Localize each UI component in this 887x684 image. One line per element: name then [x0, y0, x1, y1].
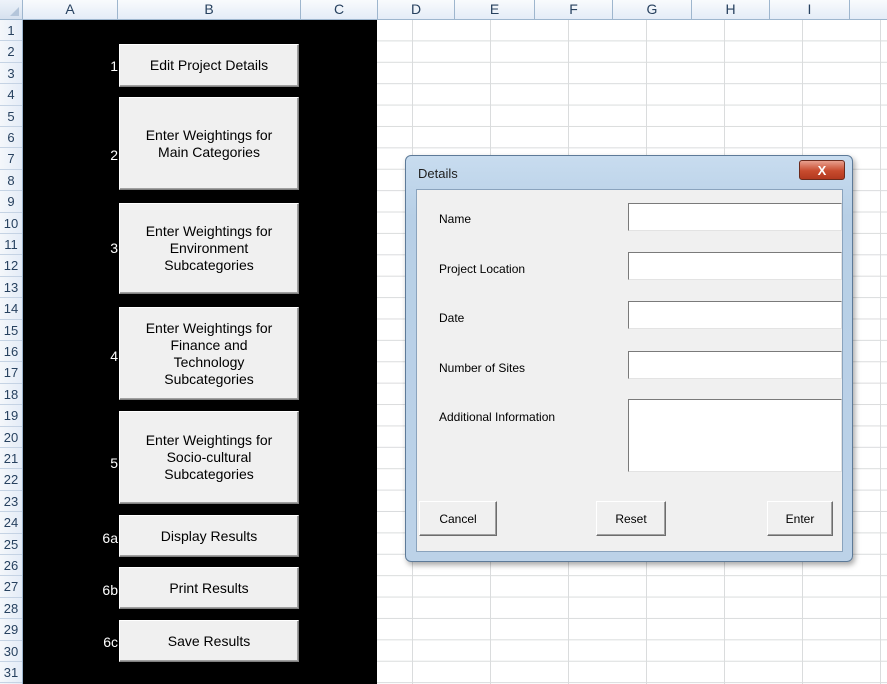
step-number: 6a	[102, 530, 118, 546]
row-header-cell[interactable]: 1	[0, 20, 22, 42]
step-number: 3	[110, 240, 118, 256]
select-all-corner[interactable]	[0, 0, 23, 19]
row-header-cell[interactable]: 21	[0, 448, 22, 470]
row-header-cell[interactable]: 26	[0, 555, 22, 577]
column-header-a[interactable]: A	[23, 0, 118, 19]
column-header-i[interactable]: I	[770, 0, 850, 19]
details-dialog: Details X Name Project Location Date Num…	[405, 155, 853, 562]
row-header-cell[interactable]: 17	[0, 362, 22, 384]
row-header-cell[interactable]: 2	[0, 41, 22, 63]
step-number: 6b	[102, 582, 118, 598]
column-header-g[interactable]: G	[613, 0, 692, 19]
name-input[interactable]	[628, 203, 842, 231]
row-header-cell[interactable]: 7	[0, 148, 22, 170]
display-results-button[interactable]: Display Results	[119, 515, 299, 557]
column-header-h[interactable]: H	[692, 0, 770, 19]
step-number: 6c	[103, 634, 118, 650]
row-header-cell[interactable]: 22	[0, 469, 22, 491]
number-of-sites-label: Number of Sites	[439, 361, 526, 375]
row-header-cell[interactable]: 11	[0, 234, 22, 256]
row-header-cell[interactable]: 15	[0, 320, 22, 341]
socio-cultural-weightings-button[interactable]: Enter Weightings for Socio-cultural Subc…	[119, 411, 299, 504]
column-header-d[interactable]: D	[378, 0, 455, 19]
additional-information-label: Additional Information	[439, 410, 556, 424]
date-input[interactable]	[628, 301, 842, 329]
row-header-cell[interactable]: 13	[0, 277, 22, 299]
close-icon: X	[817, 162, 827, 178]
spreadsheet: A B C D E F G H I 1 2 3 4 5 6 7 8 9 10 11 12 13 14 15 1…	[0, 0, 887, 684]
row-header-cell[interactable]: 23	[0, 491, 22, 513]
edit-project-details-button[interactable]: Edit Project Details	[119, 44, 299, 87]
finance-technology-weightings-button[interactable]: Enter Weightings for Finance and Technol…	[119, 307, 299, 400]
environment-weightings-button[interactable]: Enter Weightings for Environment Subcate…	[119, 203, 299, 294]
row-header-cell[interactable]: 6	[0, 127, 22, 149]
row-header-cell[interactable]: 25	[0, 534, 22, 555]
step-number: 5	[110, 455, 118, 471]
column-header-b[interactable]: B	[118, 0, 301, 19]
additional-information-textarea[interactable]	[628, 399, 842, 472]
row-header-cell[interactable]: 31	[0, 662, 22, 684]
row-header-cell[interactable]: 28	[0, 598, 22, 620]
enter-button[interactable]: Enter	[767, 501, 833, 536]
row-header-cell[interactable]: 16	[0, 341, 22, 363]
row-header-cell[interactable]: 9	[0, 191, 22, 213]
step-number: 1	[110, 58, 118, 74]
row-header-cell[interactable]: 27	[0, 576, 22, 598]
dialog-body: Name Project Location Date Number of Sit…	[416, 189, 843, 552]
step-number: 2	[110, 147, 118, 163]
row-header-cell[interactable]: 10	[0, 213, 22, 234]
number-of-sites-input[interactable]	[628, 351, 842, 379]
row-header-cell[interactable]: 3	[0, 63, 22, 85]
name-label: Name	[439, 212, 472, 226]
step-number: 4	[110, 348, 118, 364]
row-header-cell[interactable]: 5	[0, 106, 22, 127]
cancel-button[interactable]: Cancel	[419, 501, 497, 536]
project-location-label: Project Location	[439, 262, 526, 276]
row-header-cell[interactable]: 14	[0, 298, 22, 320]
row-header-cell[interactable]: 12	[0, 255, 22, 277]
column-header-f[interactable]: F	[535, 0, 613, 19]
row-header-cell[interactable]: 8	[0, 170, 22, 192]
date-label: Date	[439, 311, 465, 325]
save-results-button[interactable]: Save Results	[119, 620, 299, 662]
column-header-c[interactable]: C	[301, 0, 378, 19]
row-header-cell[interactable]: 30	[0, 641, 22, 662]
row-header-cell[interactable]: 29	[0, 619, 22, 641]
row-header-cell[interactable]: 4	[0, 84, 22, 106]
row-header-cell[interactable]: 19	[0, 405, 22, 427]
close-button[interactable]: X	[799, 160, 845, 180]
print-results-button[interactable]: Print Results	[119, 567, 299, 609]
row-header: 1 2 3 4 5 6 7 8 9 10 11 12 13 14 15 16 17 18 19 20 21 22 23 24 2…	[0, 20, 23, 684]
row-header-cell[interactable]: 18	[0, 384, 22, 406]
project-location-input[interactable]	[628, 252, 842, 280]
main-categories-weightings-button[interactable]: Enter Weightings for Main Categories	[119, 97, 299, 190]
dialog-title: Details	[418, 166, 458, 181]
column-header: A B C D E F G H I	[0, 0, 887, 20]
row-header-cell[interactable]: 24	[0, 512, 22, 534]
reset-button[interactable]: Reset	[596, 501, 666, 536]
row-header-cell[interactable]: 20	[0, 427, 22, 448]
column-header-e[interactable]: E	[455, 0, 535, 19]
